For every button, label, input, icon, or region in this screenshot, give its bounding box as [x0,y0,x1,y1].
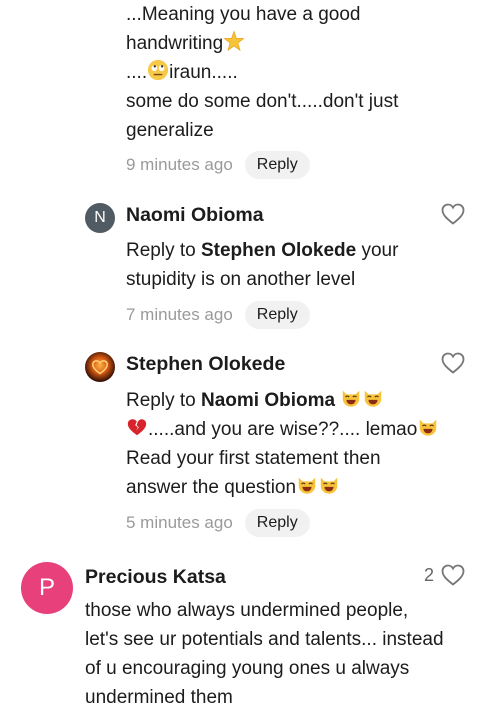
comment-text-line: of u encouraging young ones u always [85,658,410,679]
timestamp: 9 minutes ago [126,155,233,174]
author-name[interactable]: Naomi Obioma [126,204,264,227]
broken-heart-emoji-icon [127,419,147,436]
reply-text: your [356,240,399,261]
like-heart-icon[interactable] [441,564,465,586]
cat-laughing-emoji-icon [420,419,437,436]
avatar-initial: N [94,209,106,226]
comment-text: iraun..... [169,62,238,83]
like-heart-icon[interactable] [441,352,465,374]
cat-laughing-emoji-icon [298,477,316,494]
comment-text-line-3: .... iraun..... [126,58,476,87]
comment-top-meta: 9 minutes ago Reply [126,151,310,179]
reply-text-line: answer the question [126,473,466,502]
comment-text: handwriting [126,33,224,54]
reply-button[interactable]: Reply [244,151,310,179]
comment-top: ...Meaning you have a good handwriting .… [126,0,476,145]
cat-laughing-emoji-icon [343,390,360,407]
comment-text: .... [126,62,148,83]
heart-avatar-icon [91,360,109,375]
author-name[interactable]: Precious Katsa [85,566,226,589]
face-rolling-eyes-emoji-icon [148,59,169,81]
cat-laughing-emoji-icon [320,477,338,494]
avatar[interactable]: P [21,562,73,614]
reply-text-line: Read your first statement then [126,448,381,469]
reply-text-line: Reply to Stephen Olokede your [126,236,456,265]
author-name[interactable]: Stephen Olokede [126,353,285,376]
reply-text-line: stupidity is on another level [126,269,356,290]
comment-text-line: undermined them [85,687,233,708]
comment-text-line: some do some don't.....don't just [126,91,399,112]
comment-body: those who always undermined people, let'… [85,596,480,712]
like-count: 2 [424,565,435,585]
timestamp: 7 minutes ago [126,305,233,324]
reply-text: answer the question [126,477,297,498]
comment-text-line: those who always undermined people, [85,600,409,621]
reply-prefix: Reply to [126,240,201,261]
avatar[interactable] [85,352,115,382]
reply-text-line: Reply to Naomi Obioma [126,386,466,415]
timestamp: 5 minutes ago [126,513,233,532]
comment-text-line-2: handwriting [126,29,476,58]
cat-laughing-emoji-icon [365,390,382,407]
comment-text-line: ...Meaning you have a good [126,4,361,25]
avatar-initial: P [38,574,55,601]
mention-link[interactable]: Naomi Obioma [201,390,335,411]
like-heart-icon[interactable] [441,203,465,225]
reply-text-line: .....and you are wise??.... lemao [126,415,466,444]
reply-button[interactable]: Reply [244,301,310,329]
reply-naomi-meta: 7 minutes ago Reply [126,301,310,329]
reply-prefix: Reply to [126,390,201,411]
avatar[interactable]: N [85,203,115,233]
star-emoji-icon [223,30,245,52]
reply-stephen-meta: 5 minutes ago Reply [126,509,310,537]
reply-body: Reply to Stephen Olokede your stupidity … [126,236,456,294]
comment-text-line: generalize [126,120,214,141]
reply-body: Reply to Naomi Obioma .....and you are w… [126,386,466,502]
comment-text-line: let's see ur potentials and talents... i… [85,629,444,650]
reply-text: .....and you are wise??.... lemao [148,419,418,440]
reply-button[interactable]: Reply [244,509,310,537]
mention-link[interactable]: Stephen Olokede [201,240,356,261]
